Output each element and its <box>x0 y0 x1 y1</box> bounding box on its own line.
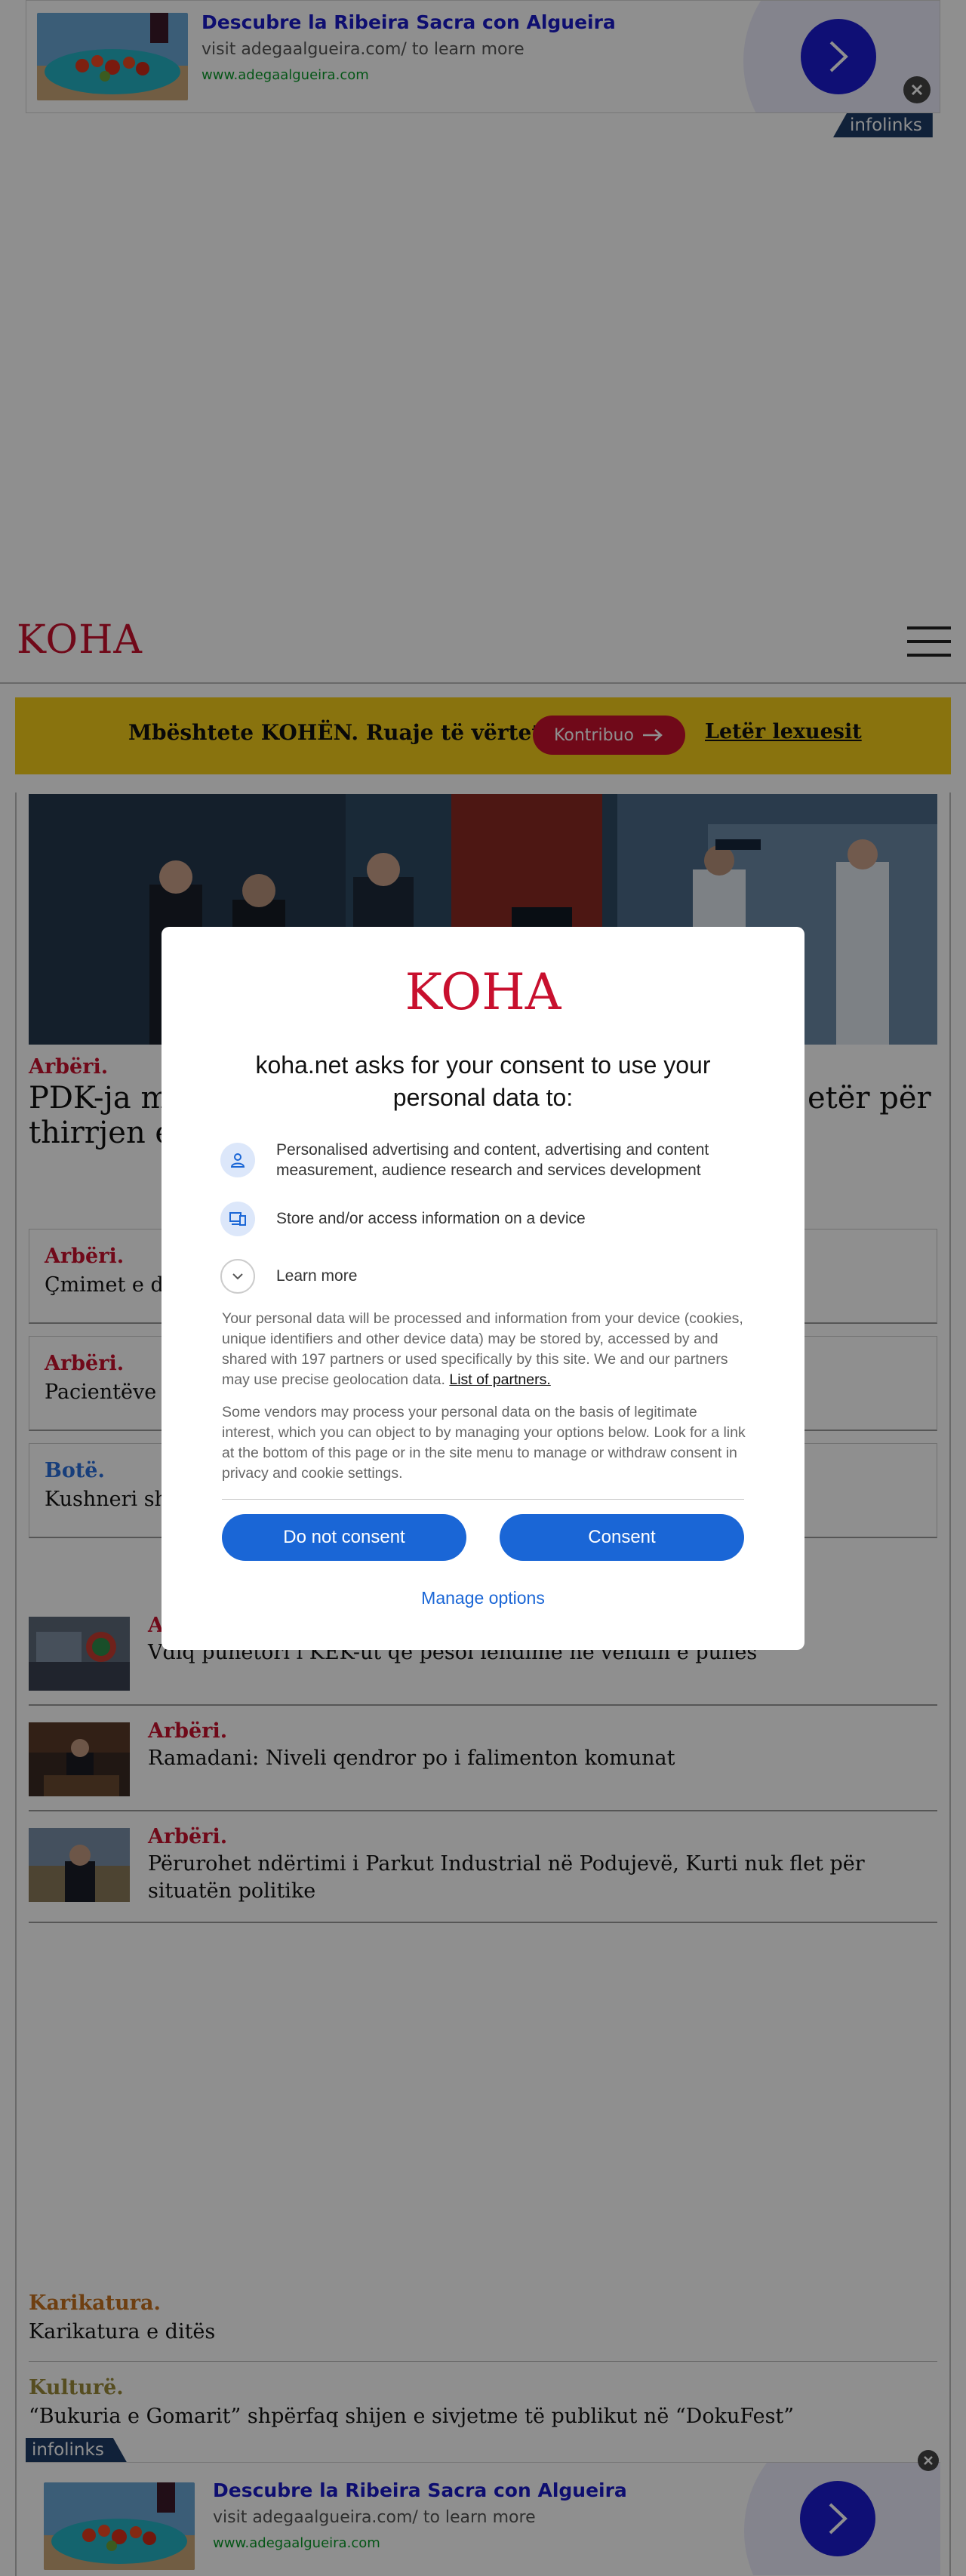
device-icon <box>220 1202 255 1236</box>
dialog-divider <box>222 1499 744 1500</box>
purpose-item: Store and/or access information on a dev… <box>220 1202 764 1236</box>
purpose-text: Personalised advertising and content, ad… <box>276 1141 709 1180</box>
do-not-consent-button[interactable]: Do not consent <box>222 1514 466 1561</box>
consent-button[interactable]: Consent <box>500 1514 744 1561</box>
purpose-item: Personalised advertising and content, ad… <box>220 1140 764 1181</box>
learn-more-label: Learn more <box>276 1267 358 1285</box>
chevron-down-icon <box>220 1259 255 1294</box>
consent-paragraph-2: Some vendors may process your personal d… <box>222 1404 746 1482</box>
consent-paragraph-1: Your personal data will be processed and… <box>222 1309 750 1390</box>
consent-logo: KOHA <box>405 963 561 1021</box>
person-icon <box>220 1143 255 1178</box>
consent-title: koha.net asks for your consent to use yo… <box>255 1051 711 1112</box>
partners-link[interactable]: List of partners. <box>449 1371 550 1388</box>
purpose-text: Store and/or access information on a dev… <box>276 1210 586 1228</box>
consent-dialog: KOHA koha.net asks for your consent to u… <box>162 927 804 1650</box>
manage-options-link[interactable]: Manage options <box>162 1588 804 1608</box>
learn-more-toggle[interactable]: Learn more <box>220 1259 357 1294</box>
